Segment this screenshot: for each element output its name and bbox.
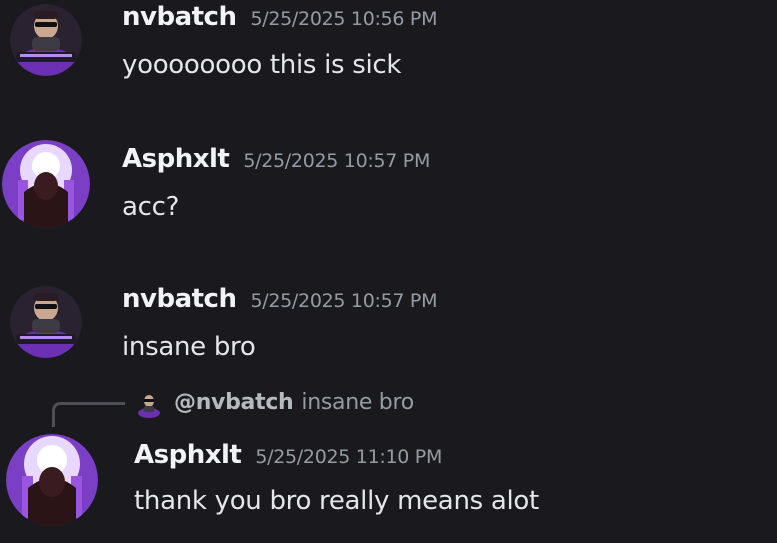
username[interactable]: nvbatch (122, 2, 237, 32)
reply-mention[interactable]: @nvbatch (174, 390, 294, 415)
timestamp: 5/25/2025 10:57 PM (250, 290, 438, 312)
asphxlt-avatar-icon[interactable] (2, 140, 90, 228)
reply-connector (52, 402, 125, 427)
nvbatch-avatar-icon[interactable] (10, 4, 82, 76)
asphxlt-avatar-icon[interactable] (6, 434, 98, 526)
message-content: thank you bro really means alot (134, 486, 539, 516)
username[interactable]: Asphxlt (134, 440, 242, 470)
timestamp: 5/25/2025 10:57 PM (243, 150, 431, 172)
reply-avatar-icon (136, 392, 162, 418)
timestamp: 5/25/2025 11:10 PM (255, 446, 443, 468)
message-content: yoooooooo this is sick (122, 50, 402, 80)
reply-text[interactable]: insane bro (301, 390, 414, 415)
message-content: acc? (122, 192, 180, 222)
chat-message-list: nvbatch 5/25/2025 10:56 PM yoooooooo this… (0, 0, 777, 543)
message-content: insane bro (122, 332, 256, 362)
timestamp: 5/25/2025 10:56 PM (250, 8, 438, 30)
username[interactable]: Asphxlt (122, 144, 230, 174)
nvbatch-avatar-icon[interactable] (10, 286, 82, 358)
username[interactable]: nvbatch (122, 284, 237, 314)
